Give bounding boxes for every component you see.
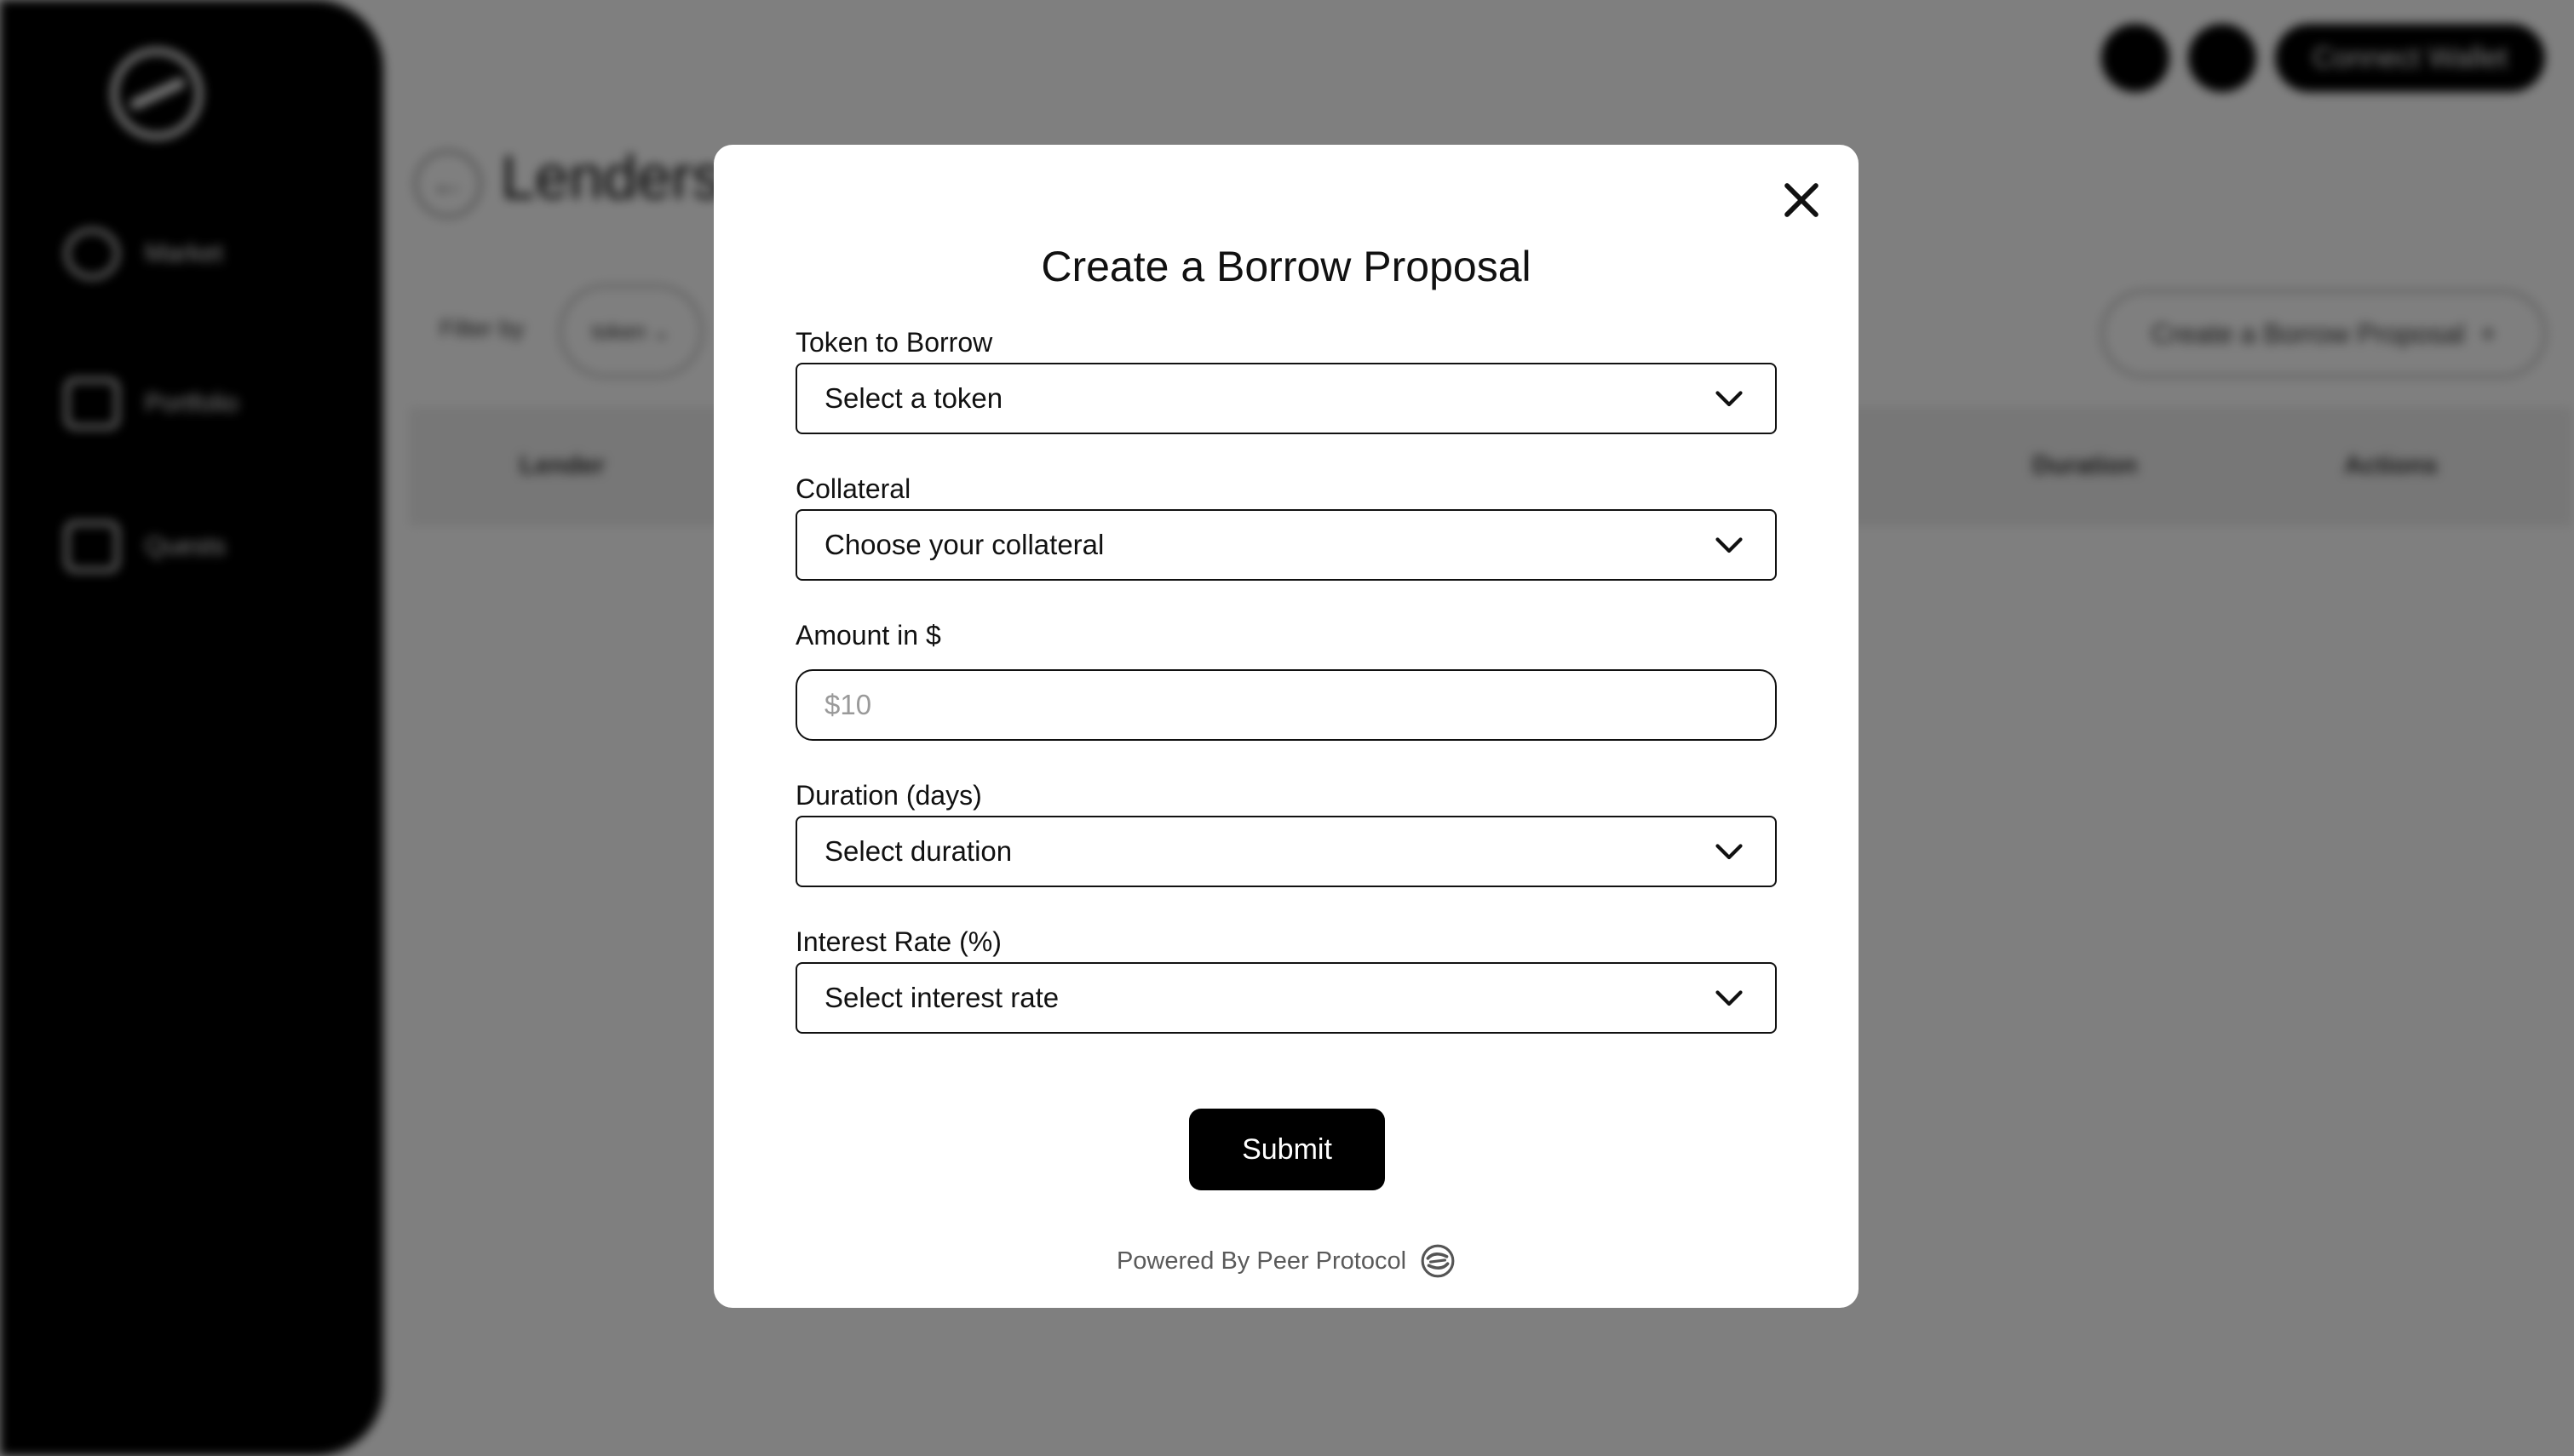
submit-button[interactable]: Submit (1189, 1109, 1385, 1190)
duration-select[interactable]: Select duration (796, 816, 1777, 887)
duration-label: Duration (days) (796, 780, 982, 811)
chevron-down-icon (1715, 844, 1743, 860)
interest-select[interactable]: Select interest rate (796, 962, 1777, 1034)
modal-title: Create a Borrow Proposal (1041, 243, 1531, 290)
borrow-proposal-modal: Create a Borrow Proposal Token to Borrow… (714, 145, 1859, 1308)
interest-select-value: Select interest rate (824, 982, 1060, 1013)
powered-by: Powered By Peer Protocol (714, 1243, 1859, 1279)
collateral-select[interactable]: Choose your collateral (796, 509, 1777, 581)
peer-protocol-logo-icon (1421, 1244, 1455, 1278)
amount-input[interactable] (796, 669, 1777, 741)
chevron-down-icon (1715, 990, 1743, 1006)
powered-by-text: Powered By Peer Protocol (1116, 1247, 1407, 1275)
interest-label: Interest Rate (%) (796, 926, 1002, 957)
collateral-label: Collateral (796, 473, 911, 504)
close-icon[interactable] (1777, 175, 1826, 225)
chevron-down-icon (1715, 391, 1743, 407)
chevron-down-icon (1715, 537, 1743, 553)
duration-select-value: Select duration (824, 835, 1013, 867)
token-select[interactable]: Select a token (796, 363, 1777, 434)
token-label: Token to Borrow (796, 327, 993, 358)
amount-label: Amount in $ (796, 620, 941, 651)
token-select-value: Select a token (824, 382, 1003, 414)
collateral-select-value: Choose your collateral (824, 529, 1105, 560)
